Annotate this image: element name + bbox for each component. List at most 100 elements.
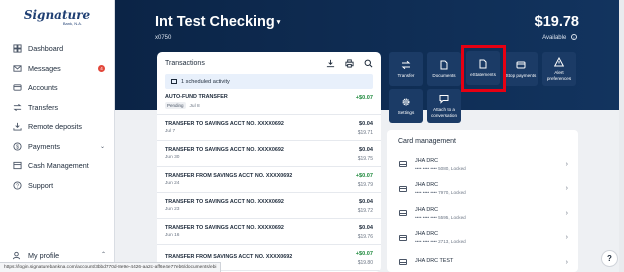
credit-card-icon (399, 185, 407, 192)
sidebar-item-label: Cash Management (28, 161, 89, 171)
sidebar-item-transfers[interactable]: Transfers (0, 98, 114, 118)
document-icon (440, 60, 448, 70)
profile-label: My profile (28, 250, 60, 260)
card-name: JHA DRC (415, 182, 439, 189)
help-button[interactable]: ? (601, 250, 618, 267)
card-name: JHA DRC (415, 231, 439, 238)
alert-preferences-action-button[interactable]: Alert preferences (542, 52, 576, 86)
available-text: Available (542, 35, 567, 41)
info-icon[interactable]: i (571, 34, 577, 40)
chevron-up-icon: ⌃ (100, 252, 106, 258)
sidebar-item-label: Transfers (28, 102, 59, 112)
print-icon[interactable] (345, 58, 354, 68)
transaction-date: Jun 24 (165, 181, 180, 186)
transaction-description: TRANSFER TO SAVINGS ACCT NO. XXXX0692 (165, 147, 284, 153)
card-row[interactable]: JHA DRC •••• •••• •••• 5080, Locked › (387, 152, 578, 177)
card-text: JHA DRC •••• •••• •••• 5595, Locked (415, 207, 466, 220)
chevron-right-icon: › (565, 209, 568, 217)
credit-card-icon (399, 234, 407, 241)
sidebar-item-remote-deposits[interactable]: Remote deposits (0, 117, 114, 137)
chevron-down-icon: ▾ (276, 19, 281, 27)
gear-icon (402, 98, 410, 106)
card-detail: •••• •••• •••• 5595, Locked (415, 214, 466, 220)
transaction-running-balance: $19.79 (357, 182, 373, 188)
attach-conversation-action-label: Attach to a conversation (430, 107, 458, 118)
card-row[interactable]: JHA DRC TEST › (387, 250, 578, 272)
logo-main-text: Signature (23, 7, 91, 22)
scheduled-activity-banner[interactable]: 1 scheduled activity (165, 74, 373, 89)
account-balance: $19.78 (534, 14, 579, 30)
cash-icon (12, 161, 22, 171)
transaction-running-balance: $19.75 (357, 156, 373, 162)
documents-action-button[interactable]: Documents (427, 52, 461, 86)
transaction-row[interactable]: TRANSFER TO SAVINGS ACCT NO. XXXX0692 Jun… (157, 219, 381, 245)
sidebar-item-payments[interactable]: $ Payments ⌄ (0, 137, 114, 157)
sidebar-item-cash-management[interactable]: Cash Management (0, 156, 114, 176)
account-name: Int Test Checking (155, 14, 275, 30)
transaction-amount: $0.04 (359, 121, 373, 127)
card-row[interactable]: JHA DRC •••• •••• •••• 7970, Locked › (387, 177, 578, 202)
calendar-icon (171, 79, 177, 84)
card-detail: •••• •••• •••• 5080, Locked (415, 165, 466, 171)
alert-icon (554, 57, 564, 67)
transactions-card: Transactions 1 scheduled activity AUTO-F… (157, 52, 381, 272)
transfer-action-button[interactable]: Transfer (389, 52, 423, 86)
browser-status-url: https://login.signaturebankna.com/accoun… (0, 262, 222, 272)
account-number: x0750 (155, 35, 172, 41)
scrollbar[interactable] (619, 0, 624, 272)
transaction-running-balance: $19.71 (357, 130, 373, 136)
sidebar-item-label: Accounts (28, 83, 58, 93)
card-row[interactable]: JHA DRC •••• •••• •••• 5595, Locked › (387, 201, 578, 226)
stop-payments-action-label: Stop payments (505, 72, 537, 78)
card-text: JHA DRC TEST (415, 258, 453, 266)
card-name: JHA DRC (415, 157, 439, 164)
svg-text:$: $ (16, 144, 19, 150)
stop-payment-icon (516, 61, 526, 69)
transaction-description: AUTO-FUND TRANSFER (165, 94, 228, 100)
sidebar-item-messages[interactable]: Messages 4 (0, 59, 114, 79)
card-name: JHA DRC (415, 206, 439, 213)
sidebar: Signature Bank, N.A. Dashboard Messages … (0, 0, 115, 272)
transaction-description: TRANSFER TO SAVINGS ACCT NO. XXXX0692 (165, 225, 284, 231)
sidebar-item-label: Dashboard (28, 44, 64, 54)
transaction-description: TRANSFER TO SAVINGS ACCT NO. XXXX0692 (165, 121, 284, 127)
sidebar-item-accounts[interactable]: Accounts (0, 78, 114, 98)
search-icon[interactable] (364, 59, 373, 68)
payments-icon: $ (12, 141, 22, 151)
transfer-icon (12, 102, 22, 112)
card-row[interactable]: JHA DRC •••• •••• •••• 2713, Locked › (387, 226, 578, 251)
chevron-right-icon: › (565, 234, 568, 242)
bank-logo[interactable]: Signature Bank, N.A. (0, 0, 114, 34)
accounts-icon (12, 83, 22, 93)
download-icon[interactable] (326, 59, 335, 68)
sidebar-item-dashboard[interactable]: Dashboard (0, 39, 114, 59)
account-title[interactable]: Int Test Checking ▾ (155, 14, 280, 30)
transactions-list: AUTO-FUND TRANSFER Pending Jul 8 +$0.07 TRAN… (157, 89, 381, 271)
chevron-down-icon: ⌄ (99, 143, 105, 150)
transaction-amount: +$0.07 (355, 95, 373, 101)
transaction-description: TRANSFER TO SAVINGS ACCT NO. XXXX0692 (165, 199, 284, 205)
transaction-row[interactable]: TRANSFER FROM SAVINGS ACCT NO. XXXX0692 J… (157, 167, 381, 193)
transaction-amount: $0.04 (359, 199, 373, 205)
card-detail: •••• •••• •••• 2713, Locked (415, 239, 466, 245)
settings-action-button[interactable]: Settings (389, 89, 423, 123)
transactions-title: Transactions (165, 59, 205, 67)
sidebar-item-my-profile[interactable]: My profile ⌃ (0, 247, 115, 263)
transaction-date-line: Jun 23 (165, 207, 373, 212)
card-text: JHA DRC •••• •••• •••• 2713, Locked (415, 231, 466, 244)
transaction-row[interactable]: TRANSFER TO SAVINGS ACCT NO. XXXX0692 Jun… (157, 141, 381, 167)
transaction-amount: $0.04 (359, 147, 373, 153)
attach-conversation-action-button[interactable]: Attach to a conversation (427, 89, 461, 123)
transaction-running-balance: $19.72 (357, 208, 373, 214)
transaction-row[interactable]: TRANSFER TO SAVINGS ACCT NO. XXXX0692 Jun… (157, 193, 381, 219)
transaction-running-balance: $19.76 (357, 234, 373, 240)
chevron-right-icon: › (565, 160, 568, 168)
transaction-amount: $0.04 (359, 225, 373, 231)
credit-card-icon (399, 210, 407, 217)
card-text: JHA DRC •••• •••• •••• 5080, Locked (415, 158, 466, 171)
transaction-row[interactable]: TRANSFER TO SAVINGS ACCT NO. XXXX0692 Jul… (157, 115, 381, 141)
sidebar-item-support[interactable]: ? Support (0, 176, 114, 196)
available-label: Available i (542, 34, 577, 41)
stop-payments-action-button[interactable]: Stop payments (504, 52, 538, 86)
transaction-row[interactable]: AUTO-FUND TRANSFER Pending Jul 8 +$0.07 (157, 89, 381, 115)
